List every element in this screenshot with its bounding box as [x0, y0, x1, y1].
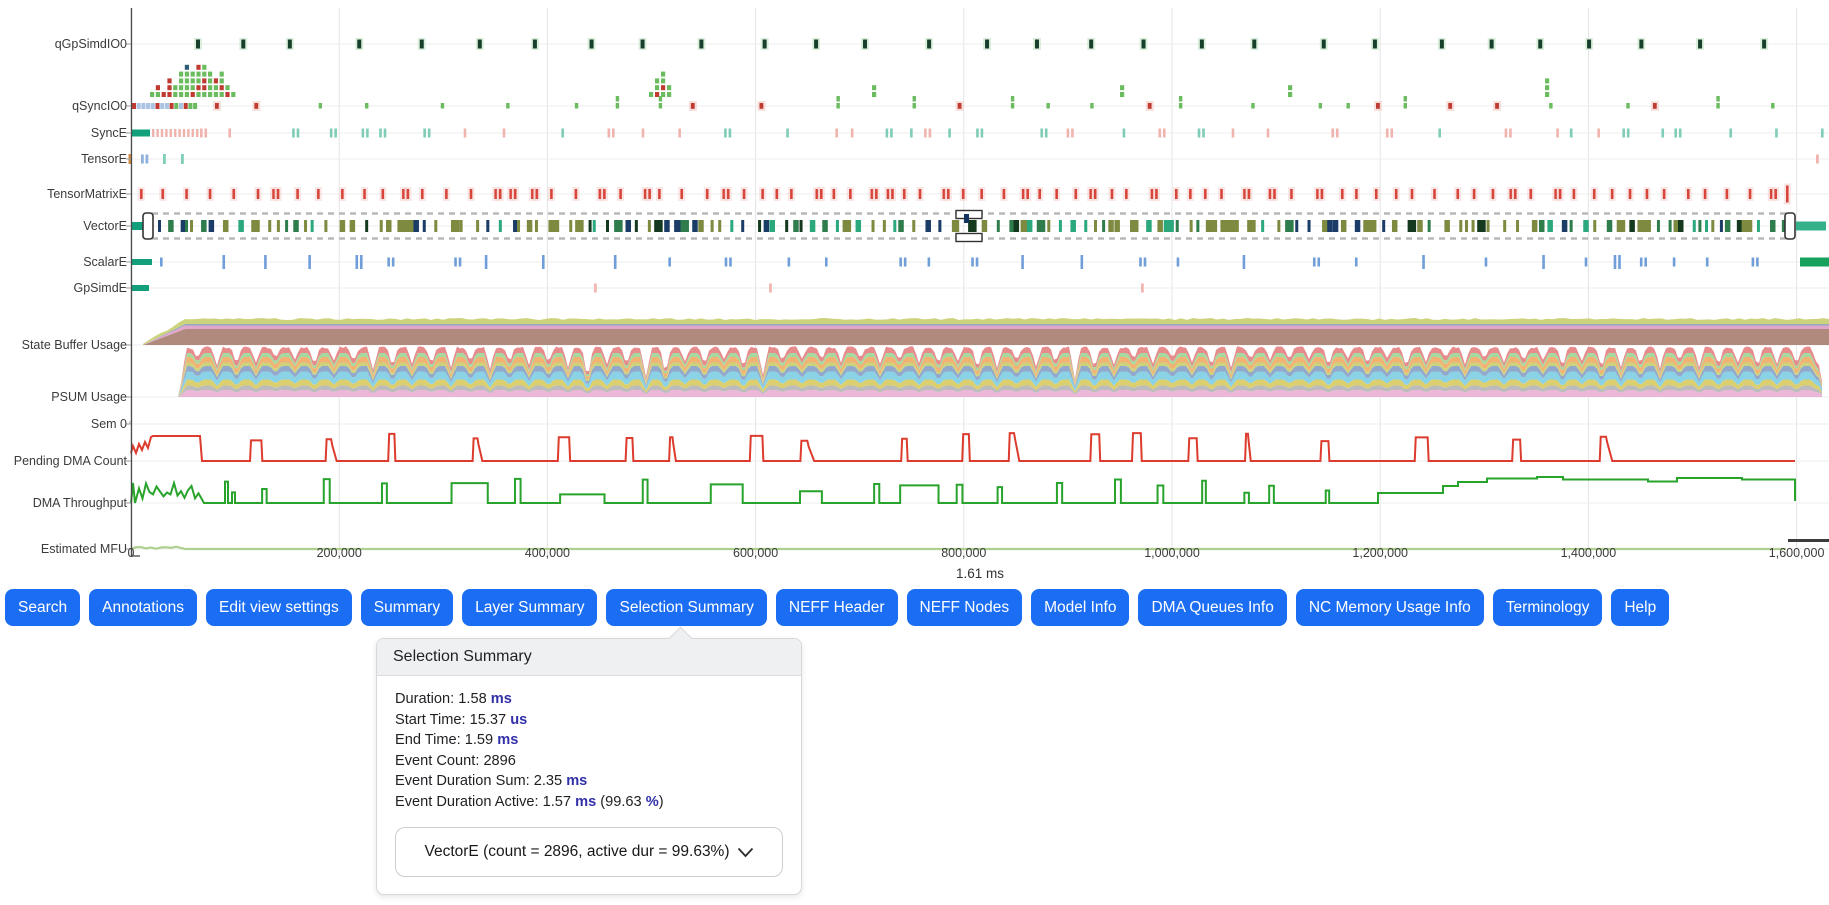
layer-summary-button[interactable]: Layer Summary — [462, 589, 597, 626]
timeline-row-dma-throughput[interactable] — [131, 477, 1795, 503]
nc-memory-usage-info-button[interactable]: NC Memory Usage Info — [1296, 589, 1484, 626]
gridlines — [131, 8, 1829, 556]
svg-text:1,200,000: 1,200,000 — [1352, 546, 1408, 560]
field-event-count: Event Count: 2896 — [395, 751, 783, 772]
svg-text:Estimated MFU: Estimated MFU — [41, 542, 127, 556]
popup-title: Selection Summary — [377, 639, 801, 676]
terminology-button[interactable]: Terminology — [1493, 589, 1603, 626]
svg-text:TensorMatrixE: TensorMatrixE — [47, 187, 127, 201]
svg-text:PSUM Usage: PSUM Usage — [51, 390, 127, 404]
engine-dropdown[interactable]: VectorE (count = 2896, active dur = 99.6… — [395, 827, 783, 877]
svg-text:600,000: 600,000 — [733, 546, 778, 560]
field-start-time: Start Time: 15.37 us — [395, 710, 783, 731]
neff-header-button[interactable]: NEFF Header — [776, 589, 898, 626]
svg-text:ScalarE: ScalarE — [83, 255, 127, 269]
dma-queues-info-button[interactable]: DMA Queues Info — [1138, 589, 1286, 626]
svg-text:0: 0 — [128, 546, 135, 560]
axes: qGpSimdIO0 qSyncIO0 SyncE TensorE TensorMatr… — [14, 8, 1825, 581]
engine-dropdown-value: VectorE (count = 2896, active dur = 99.6… — [424, 843, 729, 861]
field-end-time: End Time: 1.59 ms — [395, 730, 783, 751]
neff-nodes-button[interactable]: NEFF Nodes — [907, 589, 1023, 626]
model-info-button[interactable]: Model Info — [1031, 589, 1129, 626]
popup-body: Duration: 1.58 ms Start Time: 15.37 us E… — [377, 676, 801, 894]
svg-text:VectorE: VectorE — [83, 219, 127, 233]
svg-text:400,000: 400,000 — [525, 546, 570, 560]
edit-view-settings-button[interactable]: Edit view settings — [206, 589, 352, 626]
svg-text:qSyncIO0: qSyncIO0 — [72, 99, 127, 113]
svg-text:State Buffer Usage: State Buffer Usage — [22, 338, 127, 352]
search-button[interactable]: Search — [5, 589, 80, 626]
svg-text:TensorE: TensorE — [81, 152, 127, 166]
selection-summary-popup: Selection Summary Duration: 1.58 ms Star… — [376, 638, 802, 895]
svg-text:1.61 ms: 1.61 ms — [956, 566, 1004, 581]
profiler-app: qGpSimdIO0 qSyncIO0 SyncE TensorE TensorMatr… — [0, 0, 1829, 905]
timeline-row-state-buffer-usage[interactable] — [143, 318, 1829, 345]
timeline-row-qsyncio0[interactable] — [132, 65, 1774, 111]
summary-button[interactable]: Summary — [361, 589, 453, 626]
field-event-duration-active: Event Duration Active: 1.57 ms (99.63 %) — [395, 792, 783, 813]
svg-text:DMA Throughput: DMA Throughput — [33, 496, 128, 510]
chevron-down-icon — [737, 847, 754, 858]
toolbar: Search Annotations Edit view settings Su… — [5, 589, 1669, 626]
timeline-chart[interactable]: qGpSimdIO0 qSyncIO0 SyncE TensorE TensorMatr… — [0, 0, 1829, 582]
svg-text:200,000: 200,000 — [317, 546, 362, 560]
help-button[interactable]: Help — [1611, 589, 1669, 626]
annotations-button[interactable]: Annotations — [89, 589, 197, 626]
field-event-duration-sum: Event Duration Sum: 2.35 ms — [395, 771, 783, 792]
svg-text:800,000: 800,000 — [941, 546, 986, 560]
svg-text:SyncE: SyncE — [91, 126, 127, 140]
svg-text:Pending DMA Count: Pending DMA Count — [14, 454, 128, 468]
svg-text:GpSimdE: GpSimdE — [74, 281, 128, 295]
svg-text:1,000,000: 1,000,000 — [1144, 546, 1200, 560]
svg-text:1,400,000: 1,400,000 — [1561, 546, 1617, 560]
timeline-row-pending-dma-count[interactable] — [131, 433, 1795, 461]
svg-text:Sem 0: Sem 0 — [91, 417, 127, 431]
field-duration: Duration: 1.58 ms — [395, 689, 783, 710]
timeline-row-psum-usage[interactable] — [178, 346, 1822, 397]
svg-text:1,600,000: 1,600,000 — [1769, 546, 1825, 560]
selection-summary-button[interactable]: Selection Summary — [606, 589, 766, 626]
svg-text:qGpSimdIO0: qGpSimdIO0 — [55, 37, 127, 51]
